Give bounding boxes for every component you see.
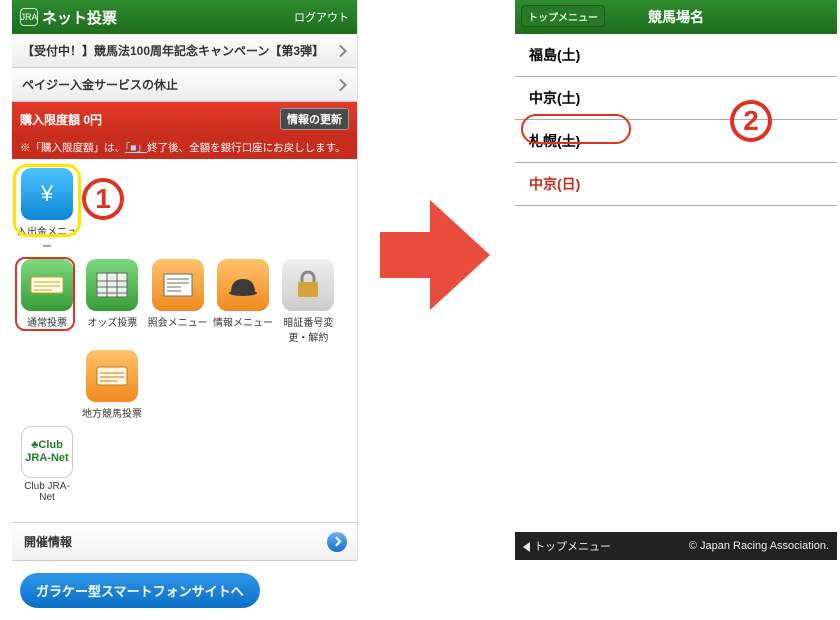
back-button[interactable]: トップメニュー: [521, 5, 605, 27]
app-title: ネット投票: [42, 7, 294, 28]
main-menu-grid: ¥ 入出金メニュー 通常投票 オッズ投票 照会メニュー: [12, 159, 357, 512]
left-header: JRA ネット投票 ログアウト: [12, 0, 357, 34]
yen-icon: ¥: [21, 168, 73, 220]
section-event-info-label: 開催情報: [24, 535, 72, 549]
annotation-circle-1: 1: [82, 178, 124, 220]
club-icon: ♣ClubJRA-Net: [21, 426, 73, 478]
menu-normal-bet-label: 通常投票: [17, 314, 77, 329]
footer-copyright: © Japan Racing Association.: [689, 540, 829, 552]
big-red-arrow: [380, 200, 490, 310]
note-post: 終了後、全額を銀行口座にお戻しします。: [147, 142, 345, 154]
purchase-limit-label: 購入限度額 0円: [20, 111, 102, 128]
notice-payeasy[interactable]: ペイジー入金サービスの休止: [12, 68, 357, 102]
right-footer: トップメニュー © Japan Racing Association.: [515, 532, 837, 560]
section-event-info[interactable]: 開催情報: [12, 522, 357, 561]
refresh-info-button[interactable]: 情報の更新: [280, 108, 349, 130]
menu-odds-bet[interactable]: オッズ投票: [82, 259, 142, 329]
menu-deposit[interactable]: ¥ 入出金メニュー: [17, 168, 77, 253]
chevron-right-icon: [327, 532, 347, 552]
newspaper-icon: [152, 259, 204, 311]
local-ticket-icon: [86, 350, 138, 402]
footer-back-label: トップメニュー: [534, 541, 611, 553]
left-phone-screen: JRA ネット投票 ログアウト 【受付中！】競馬法100周年記念キャンペーン【第…: [12, 0, 358, 560]
menu-info[interactable]: 情報メニュー: [213, 259, 273, 329]
feature-phone-site-button[interactable]: ガラケー型スマートフォンサイトへ: [20, 573, 260, 608]
note-pre: ※「購入限度額」は、: [20, 142, 125, 154]
menu-normal-bet[interactable]: 通常投票: [17, 259, 77, 329]
notice-campaign[interactable]: 【受付中！】競馬法100周年記念キャンペーン【第3弾】: [12, 34, 357, 68]
annotation-circle-2: 2: [730, 100, 772, 142]
menu-local-bet[interactable]: 地方競馬投票: [82, 350, 142, 420]
menu-pin-change[interactable]: 暗証番号変更・解約: [278, 259, 338, 344]
table-icon: [86, 259, 138, 311]
menu-local-label: 地方競馬投票: [82, 405, 142, 420]
purchase-limit-note: ※「購入限度額」は、「■」終了後、全額を銀行口座にお戻しします。: [12, 136, 357, 159]
menu-inquiry-label: 照会メニュー: [148, 314, 208, 329]
menu-deposit-label: 入出金メニュー: [17, 223, 77, 253]
menu-pin-label: 暗証番号変更・解約: [278, 314, 338, 344]
track-row-chukyo-sun[interactable]: 中京(日): [515, 163, 837, 206]
ticket-icon: [21, 259, 73, 311]
menu-inquiry[interactable]: 照会メニュー: [148, 259, 208, 329]
annotation-highlight-sapporo: [521, 114, 631, 144]
footer-back-link[interactable]: トップメニュー: [523, 538, 611, 554]
purchase-limit-bar: 購入限度額 0円 情報の更新: [12, 102, 357, 136]
lock-icon: [282, 259, 334, 311]
note-link[interactable]: 「■」: [125, 142, 147, 154]
right-phone-screen: トップメニュー 競馬場名 福島(土) 中京(土) 札幌(土) 中京(日) 2 ト…: [515, 0, 837, 560]
logout-button[interactable]: ログアウト: [294, 9, 349, 25]
page-title: 競馬場名: [648, 7, 704, 27]
jra-logo: JRA: [20, 8, 38, 26]
menu-club-jra-net[interactable]: ♣ClubJRA-Net Club JRA-Net: [17, 426, 77, 503]
track-row-fukushima[interactable]: 福島(土): [515, 34, 837, 77]
helmet-icon: [217, 259, 269, 311]
triangle-left-icon: [523, 542, 530, 552]
right-header: トップメニュー 競馬場名: [515, 0, 837, 34]
menu-info-label: 情報メニュー: [213, 314, 273, 329]
menu-club-label: Club JRA-Net: [17, 481, 77, 503]
menu-odds-bet-label: オッズ投票: [82, 314, 142, 329]
